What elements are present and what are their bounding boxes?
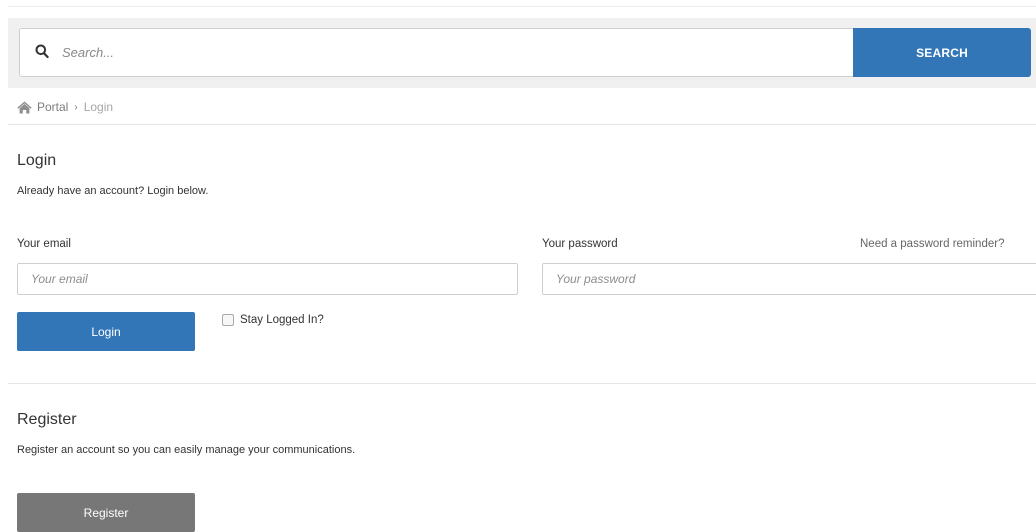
email-field[interactable] — [17, 263, 518, 295]
search-box[interactable] — [19, 28, 854, 77]
search-input[interactable] — [60, 29, 840, 76]
register-description: Register an account so you can easily ma… — [17, 444, 356, 456]
home-icon — [17, 101, 32, 113]
register-title: Register — [17, 411, 77, 428]
search-icon — [35, 44, 49, 59]
stay-logged-in-label: Stay Logged In? — [240, 314, 324, 326]
section-divider — [8, 383, 1036, 384]
stay-logged-in[interactable]: Stay Logged In? — [222, 314, 324, 326]
breadcrumb-portal-link[interactable]: Portal — [37, 100, 68, 114]
search-button[interactable]: SEARCH — [853, 28, 1031, 77]
password-field[interactable] — [542, 263, 1036, 295]
password-reminder-link[interactable]: Need a password reminder? — [860, 238, 1004, 250]
stay-logged-in-checkbox[interactable] — [222, 314, 234, 326]
top-divider — [8, 6, 1036, 7]
password-label: Your password — [542, 238, 618, 250]
login-button[interactable]: Login — [17, 312, 195, 351]
breadcrumb-divider — [8, 124, 1036, 125]
login-description: Already have an account? Login below. — [17, 185, 209, 197]
breadcrumb-current: Login — [83, 100, 114, 114]
chevron-right-icon: › — [74, 101, 78, 113]
breadcrumb: Portal › Login — [17, 98, 113, 116]
register-button[interactable]: Register — [17, 493, 195, 532]
email-label: Your email — [17, 238, 71, 250]
login-title: Login — [17, 152, 57, 169]
